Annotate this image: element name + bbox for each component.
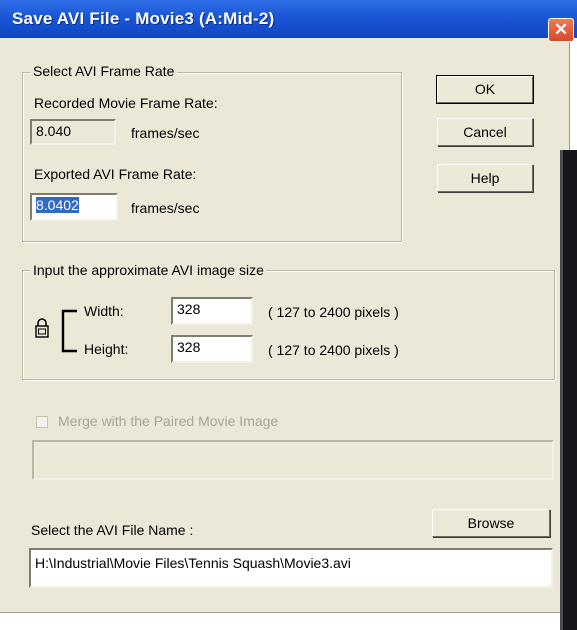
ok-button[interactable]: OK	[436, 75, 534, 104]
height-input[interactable]: 328	[171, 335, 253, 363]
image-size-group	[22, 270, 555, 380]
exported-frame-rate-text: 8.0402	[36, 197, 79, 213]
height-input-text: 328	[177, 339, 201, 355]
background-window-edge	[560, 150, 563, 630]
merge-checkbox-label: Merge with the Paired Movie Image	[58, 413, 279, 429]
cancel-button-label: Cancel	[463, 124, 507, 140]
background-window	[560, 150, 577, 630]
help-button[interactable]: Help	[437, 164, 533, 192]
recorded-frame-rate-text: 8.040	[36, 123, 72, 139]
width-input[interactable]: 328	[171, 297, 253, 325]
width-label: Width:	[84, 303, 124, 319]
recorded-frame-rate-value: 8.040	[30, 119, 116, 145]
merge-checkbox[interactable]	[36, 416, 48, 428]
width-range: ( 127 to 2400 pixels )	[268, 304, 399, 320]
image-size-group-label: Input the approximate AVI image size	[30, 262, 267, 278]
window-title: Save AVI File - Movie3 (A:Mid-2)	[12, 9, 275, 28]
width-input-text: 328	[177, 301, 201, 317]
file-path-input[interactable]: H:\Industrial\Movie Files\Tennis Squash\…	[29, 548, 553, 588]
recorded-frame-rate-unit: frames/sec	[131, 125, 200, 141]
height-label: Height:	[84, 341, 129, 357]
frame-rate-group-label: Select AVI Frame Rate	[30, 63, 178, 79]
recorded-frame-rate-label: Recorded Movie Frame Rate:	[34, 95, 218, 111]
ok-button-label: OK	[474, 81, 496, 97]
file-path-text: H:\Industrial\Movie Files\Tennis Squash\…	[35, 555, 351, 571]
exported-frame-rate-unit: frames/sec	[131, 200, 200, 216]
browse-button[interactable]: Browse	[432, 509, 550, 537]
exported-frame-rate-label: Exported AVI Frame Rate:	[34, 166, 197, 182]
lock-icon[interactable]	[34, 317, 50, 339]
height-range: ( 127 to 2400 pixels )	[268, 342, 399, 358]
close-icon: ✕	[553, 20, 569, 39]
file-name-label: Select the AVI File Name :	[31, 522, 194, 538]
help-button-label: Help	[470, 170, 500, 186]
browse-button-label: Browse	[467, 515, 515, 531]
cancel-button[interactable]: Cancel	[437, 118, 533, 146]
merge-path-field	[32, 440, 554, 480]
width-height-link-bracket	[61, 309, 77, 353]
title-bar[interactable]: Save AVI File - Movie3 (A:Mid-2) ✕	[0, 0, 577, 42]
exported-frame-rate-input[interactable]: 8.0402	[30, 193, 118, 221]
close-button[interactable]: ✕	[548, 18, 574, 42]
